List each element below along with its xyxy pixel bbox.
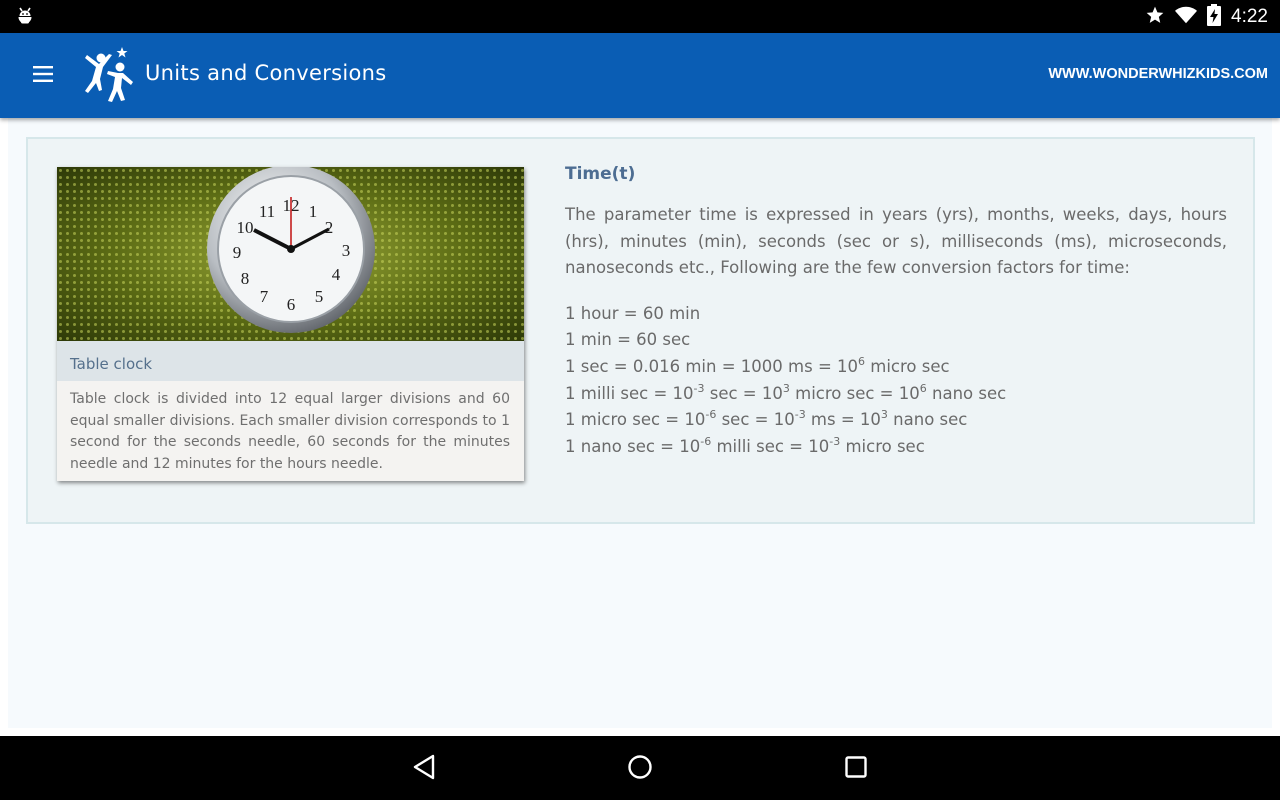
back-button[interactable]	[408, 753, 440, 785]
exponent: -6	[700, 435, 712, 449]
exponent: -3	[693, 381, 705, 395]
exponent: -3	[829, 435, 841, 449]
star-icon	[1145, 5, 1165, 29]
home-button[interactable]	[624, 753, 656, 785]
hamburger-menu-icon	[33, 66, 53, 86]
svg-text:6: 6	[287, 295, 296, 314]
conversion-text: sec = 10	[716, 410, 795, 430]
figure-card: 12 1 2 3 4 5 6 7 8 9 10 11 Table clock T…	[57, 167, 524, 481]
conversion-text: 1 sec = 0.016 min = 1000 ms = 10	[565, 356, 859, 376]
conversion-text: micro sec	[865, 356, 950, 376]
table-clock-photo: 12 1 2 3 4 5 6 7 8 9 10 11	[57, 167, 524, 341]
section-paragraph: The parameter time is expressed in years…	[565, 205, 1227, 277]
svg-text:3: 3	[342, 241, 351, 260]
exponent: 3	[782, 381, 790, 395]
conversion-line: 1 nano sec = 10-6 milli sec = 10-3 micro…	[565, 434, 1227, 461]
svg-text:1: 1	[309, 202, 318, 221]
conversion-text: milli sec = 10	[711, 437, 830, 457]
svg-text:8: 8	[241, 269, 250, 288]
exponent: -3	[794, 408, 806, 422]
exponent: 6	[858, 354, 866, 368]
conversion-text: 1 milli sec = 10	[565, 383, 694, 403]
conversion-line: 1 sec = 0.016 min = 1000 ms = 106 micro …	[565, 354, 1227, 381]
exponent: 3	[880, 408, 888, 422]
home-icon	[627, 754, 653, 784]
conversion-line: 1 milli sec = 10-3 sec = 103 micro sec =…	[565, 381, 1227, 408]
exponent: 6	[919, 381, 927, 395]
status-bar: 4:22	[0, 0, 1280, 33]
svg-text:4: 4	[332, 265, 341, 284]
conversion-text: ms = 10	[805, 410, 881, 430]
svg-text:9: 9	[233, 243, 242, 262]
app-logo-icon	[78, 45, 140, 105]
topic-panel: 12 1 2 3 4 5 6 7 8 9 10 11 Table clock T…	[26, 137, 1255, 524]
svg-text:2: 2	[325, 218, 334, 237]
recents-button[interactable]	[840, 753, 872, 785]
conversion-list: 1 hour = 60 min 1 min = 60 sec 1 sec = 0.0…	[565, 301, 1227, 461]
conversion-text: micro sec = 10	[789, 383, 920, 403]
menu-button[interactable]	[28, 61, 58, 91]
navigation-bar	[0, 736, 1280, 800]
android-debug-icon	[16, 6, 34, 26]
topic-text: Time(t) The parameter time is expressed …	[565, 164, 1227, 461]
conversion-text: 1 micro sec = 10	[565, 410, 706, 430]
website-link[interactable]: WWW.WONDERWHIZKIDS.COM	[1048, 66, 1268, 82]
clock-time: 4:22	[1231, 5, 1268, 27]
conversion-text: 1 nano sec = 10	[565, 437, 701, 457]
figure-caption-body: Table clock is divided into 12 equal lar…	[70, 391, 510, 472]
content-area: 12 1 2 3 4 5 6 7 8 9 10 11 Table clock T…	[8, 118, 1272, 728]
conversion-text: 1 min = 60 sec	[565, 330, 691, 350]
svg-text:11: 11	[259, 202, 275, 221]
conversion-text: 1 hour = 60 min	[565, 303, 701, 323]
conversion-line: 1 hour = 60 min	[565, 301, 1227, 328]
conversion-text: micro sec	[840, 437, 925, 457]
svg-text:7: 7	[260, 287, 269, 306]
wifi-icon	[1175, 5, 1198, 29]
figure-caption-title: Table clock	[57, 341, 524, 381]
svg-text:5: 5	[315, 287, 324, 306]
conversion-text: sec = 10	[704, 383, 783, 403]
conversion-line: 1 micro sec = 10-6 sec = 10-3 ms = 103 n…	[565, 407, 1227, 434]
section-title: Time(t)	[565, 164, 636, 184]
exponent: -6	[705, 408, 717, 422]
conversion-line: 1 min = 60 sec	[565, 327, 1227, 354]
app-title: Units and Conversions	[145, 61, 387, 85]
battery-charging-icon	[1207, 3, 1222, 30]
app-bar: Units and Conversions WWW.WONDERWHIZKIDS…	[0, 33, 1280, 118]
conversion-text: nano sec	[926, 383, 1007, 403]
back-icon	[412, 754, 436, 784]
conversion-text: nano sec	[887, 410, 968, 430]
recents-icon	[844, 755, 868, 783]
svg-text:10: 10	[237, 218, 254, 237]
